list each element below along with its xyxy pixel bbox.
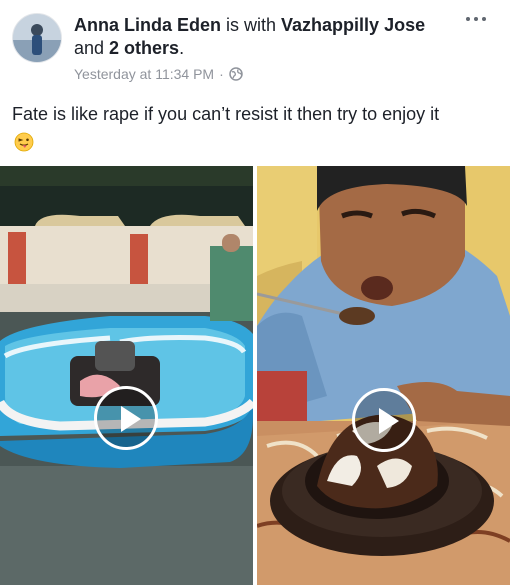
others-link[interactable]: 2 others bbox=[109, 38, 179, 58]
dot bbox=[482, 17, 486, 21]
dot bbox=[466, 17, 470, 21]
play-icon[interactable] bbox=[352, 388, 416, 452]
post-header: Anna Linda Eden is with Vazhappilly Jose… bbox=[0, 0, 510, 92]
dot bbox=[474, 17, 478, 21]
pool-scene-image bbox=[0, 166, 253, 585]
with-text: is with bbox=[221, 15, 282, 35]
tagged-person-link[interactable]: Vazhappilly Jose bbox=[281, 15, 425, 35]
tongue-out-emoji-icon bbox=[14, 132, 34, 152]
media-grid bbox=[0, 166, 510, 585]
video-thumbnail-pool[interactable] bbox=[0, 166, 253, 585]
more-options-icon[interactable] bbox=[466, 14, 492, 24]
author-name-link[interactable]: Anna Linda Eden bbox=[74, 15, 221, 35]
post-meta: Yesterday at 11:34 PM · bbox=[74, 65, 243, 83]
and-text: and bbox=[74, 38, 110, 58]
facebook-post: Anna Linda Eden is with Vazhappilly Jose… bbox=[0, 0, 510, 585]
globe-icon[interactable] bbox=[229, 67, 243, 81]
period-text: . bbox=[179, 38, 185, 58]
post-timestamp[interactable]: Yesterday at 11:34 PM bbox=[74, 65, 214, 83]
play-icon[interactable] bbox=[94, 386, 158, 450]
meta-separator: · bbox=[219, 66, 224, 82]
eating-scene-image bbox=[257, 166, 510, 585]
post-text: Fate is like rape if you can’t resist it… bbox=[12, 104, 440, 124]
post-author-line: Anna Linda Eden is with Vazhappilly Jose… bbox=[74, 14, 444, 60]
video-thumbnail-man-eating[interactable] bbox=[257, 166, 510, 585]
author-avatar[interactable] bbox=[12, 13, 62, 63]
